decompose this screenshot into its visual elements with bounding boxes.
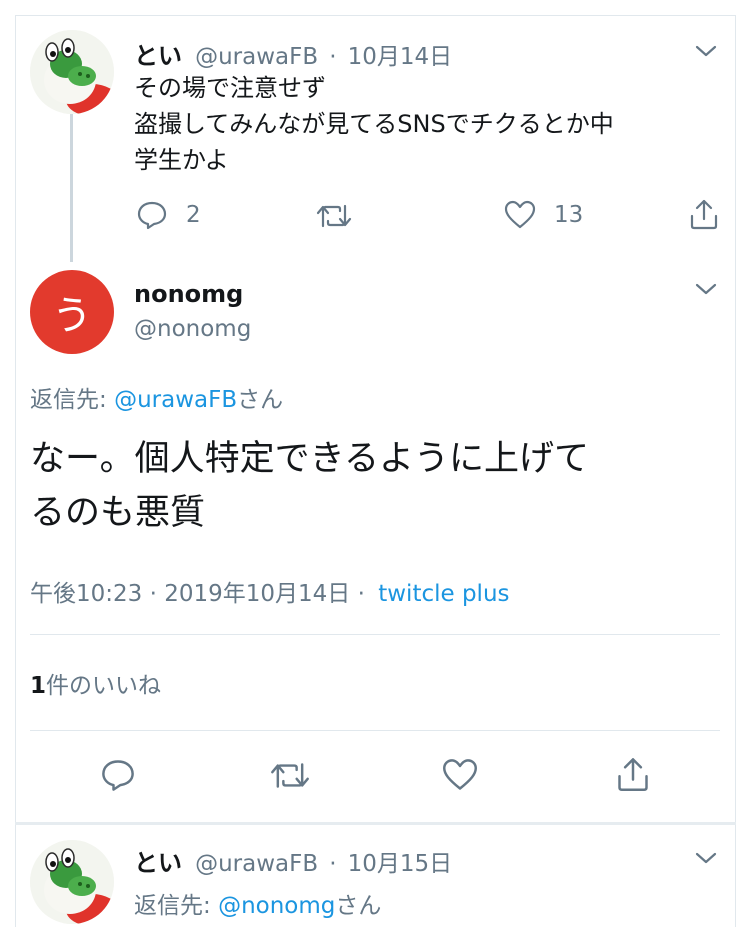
tweet1-line: 学生かよ xyxy=(134,146,229,174)
author-handle[interactable]: @nonomg xyxy=(134,316,251,342)
reply-icon xyxy=(102,760,134,791)
like-button[interactable] xyxy=(442,758,478,792)
section-separator xyxy=(15,822,736,825)
avatar-urawafb[interactable] xyxy=(30,840,114,924)
reply-suffix: さん xyxy=(237,387,284,413)
like-button[interactable]: 13 xyxy=(504,200,583,230)
author-handle[interactable]: @urawaFB xyxy=(195,44,318,70)
avatar-initial: う xyxy=(52,293,92,339)
avatar-urawafb[interactable] xyxy=(30,30,114,114)
avatar-nonomg[interactable]: う xyxy=(30,270,114,354)
tweet1-line: その場で注意せず xyxy=(134,74,326,102)
retweet-button[interactable] xyxy=(270,760,310,791)
author-name[interactable]: とい xyxy=(134,42,182,70)
reply-button[interactable] xyxy=(100,758,136,792)
retweet-icon xyxy=(316,204,352,228)
like-icon xyxy=(504,200,536,229)
client-link[interactable]: twitcle plus xyxy=(378,581,509,607)
chevron-down-icon[interactable] xyxy=(695,851,717,865)
likes-summary[interactable]: 1件のいいね xyxy=(30,666,161,700)
likes-unit: 件の xyxy=(46,673,93,699)
share-button[interactable] xyxy=(616,756,650,792)
main-tweet-line: るのも悪質 xyxy=(30,493,206,533)
retweet-button[interactable] xyxy=(316,202,352,230)
replying-to: 返信先: @nonomgさん xyxy=(134,886,381,920)
reply-button[interactable]: 2 xyxy=(136,200,201,230)
reply-prefix: 返信先: xyxy=(30,387,115,413)
tweet1-header: とい @urawaFB · 10月14日 xyxy=(134,36,452,71)
reply-icon xyxy=(137,201,167,230)
divider xyxy=(30,634,720,635)
reply-prefix: 返信先: xyxy=(134,893,219,919)
share-icon xyxy=(618,758,648,791)
reply-count: 2 xyxy=(186,202,201,228)
divider xyxy=(30,730,720,731)
separator-dot: · xyxy=(329,44,337,70)
replying-to: 返信先: @urawaFBさん xyxy=(30,380,283,414)
author-handle[interactable]: @urawaFB xyxy=(195,851,318,877)
yoshi-avatar-image xyxy=(30,30,114,114)
author-name[interactable]: とい xyxy=(134,849,182,877)
separator-dot: · xyxy=(329,851,337,877)
retweet-icon xyxy=(271,763,309,788)
author-name[interactable]: nonomg xyxy=(134,280,243,308)
main-tweet-line: なー。個人特定できるように上げて xyxy=(30,439,589,479)
tweet-date[interactable]: 10月15日 xyxy=(348,851,453,877)
like-icon xyxy=(443,759,477,790)
tweet-timestamp-row: 午後10:23 · 2019年10月14日 · twitcle plus xyxy=(30,574,510,608)
tweet-timestamp[interactable]: 午後10:23 · 2019年10月14日 · xyxy=(30,581,365,607)
reply-to-link[interactable]: @nonomg xyxy=(218,893,335,919)
tweet-date[interactable]: 10月14日 xyxy=(348,44,453,70)
thread-connector xyxy=(70,114,73,262)
likes-count: 1 xyxy=(30,673,47,699)
reply-to-link[interactable]: @urawaFB xyxy=(114,387,237,413)
chevron-down-icon[interactable] xyxy=(695,44,717,58)
tweet3-header: とい @urawaFB · 10月15日 xyxy=(134,843,452,878)
chevron-down-icon[interactable] xyxy=(695,282,717,296)
likes-label: いいね xyxy=(92,673,162,699)
tweet1-text: その場で注意せず 盗撮してみんなが見てるSNSでチクるとか中 学生かよ xyxy=(134,70,714,178)
share-button[interactable] xyxy=(689,198,719,230)
share-icon xyxy=(690,199,718,230)
tweet1-line: 盗撮してみんなが見てるSNSでチクるとか中 xyxy=(134,110,614,138)
like-count: 13 xyxy=(554,202,584,228)
yoshi-avatar-image xyxy=(30,840,114,924)
main-tweet-text: なー。個人特定できるように上げて るのも悪質 xyxy=(30,432,730,540)
reply-suffix: さん xyxy=(335,893,382,919)
